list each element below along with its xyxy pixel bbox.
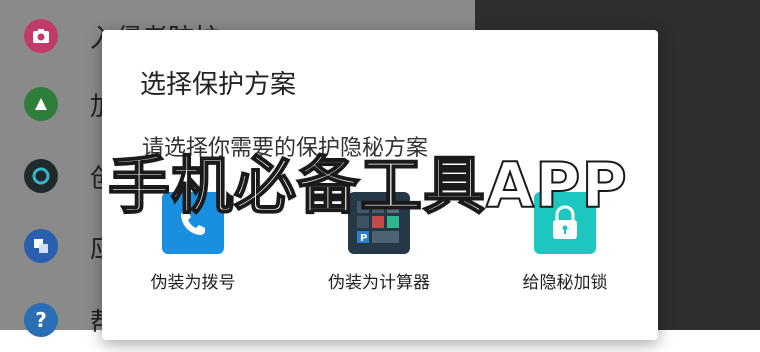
rocket-icon bbox=[24, 87, 58, 121]
help-icon: ? bbox=[24, 303, 58, 337]
camera-icon bbox=[24, 19, 58, 53]
dialog-title: 选择保护方案 bbox=[140, 70, 297, 100]
protection-scheme-dialog: 选择保护方案 请选择你需要的保护隐秘方案 伪装为拨号 P 伪装为计算器 给隐秘加… bbox=[102, 30, 658, 340]
windows-icon bbox=[24, 229, 58, 263]
lens-icon bbox=[24, 159, 58, 193]
option-disguise-dialer[interactable]: 伪装为拨号 bbox=[118, 192, 268, 293]
option-label: 伪装为拨号 bbox=[150, 273, 236, 293]
dialog-subtitle: 请选择你需要的保护隐秘方案 bbox=[142, 136, 429, 161]
option-lock-private[interactable]: 给隐秘加锁 bbox=[490, 192, 640, 293]
option-label: 给隐秘加锁 bbox=[522, 273, 608, 293]
option-label: 伪装为计算器 bbox=[328, 273, 430, 293]
calculator-icon: P bbox=[348, 192, 410, 254]
option-disguise-calculator[interactable]: P 伪装为计算器 bbox=[304, 192, 454, 293]
lock-icon bbox=[534, 192, 596, 254]
phone-icon bbox=[162, 192, 224, 254]
svg-text:P: P bbox=[360, 233, 367, 244]
